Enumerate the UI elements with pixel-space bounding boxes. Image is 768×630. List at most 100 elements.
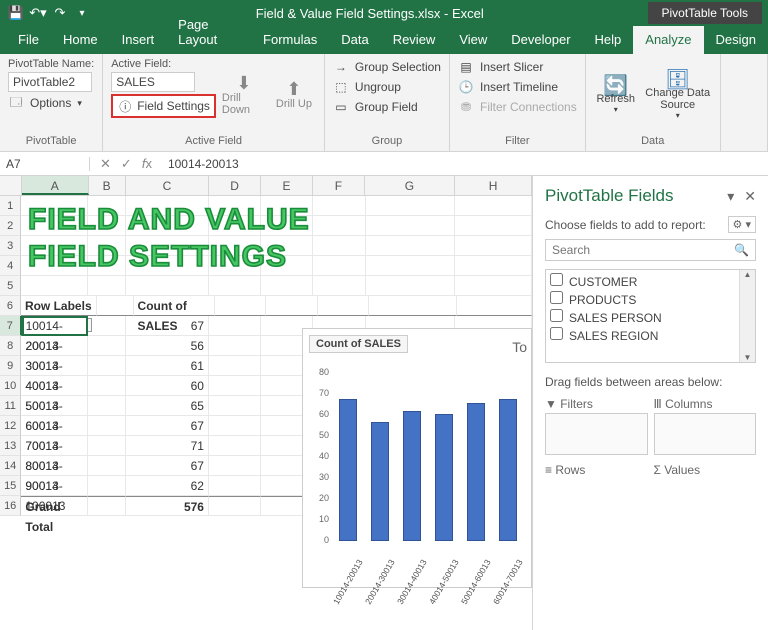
- cell-C8[interactable]: 56: [126, 336, 209, 356]
- insert-timeline-button[interactable]: 🕒Insert Timeline: [458, 78, 577, 96]
- tab-analyze[interactable]: Analyze: [633, 26, 703, 54]
- change-data-source-button[interactable]: 🗄Change Data Source▾: [644, 58, 712, 133]
- cell-A5[interactable]: [21, 276, 88, 296]
- tab-file[interactable]: File: [6, 26, 51, 54]
- row-header[interactable]: 13: [0, 436, 21, 456]
- tab-developer[interactable]: Developer: [499, 26, 582, 54]
- row-header[interactable]: 14: [0, 456, 21, 476]
- insert-slicer-button[interactable]: ▤Insert Slicer: [458, 58, 577, 76]
- cell-C6[interactable]: Count of SALES: [134, 296, 216, 316]
- tab-help[interactable]: Help: [583, 26, 634, 54]
- cell-E5[interactable]: [261, 276, 313, 296]
- close-icon[interactable]: ✕: [744, 188, 756, 205]
- save-icon[interactable]: 💾: [6, 3, 26, 23]
- worksheet-grid[interactable]: ABCDEFGH 123456Row Labels▾Count of SALES…: [0, 176, 532, 630]
- cell-F4[interactable]: [313, 256, 365, 276]
- field-item[interactable]: SALES PERSON: [550, 308, 751, 326]
- row-header[interactable]: 11: [0, 396, 21, 416]
- cell-A14[interactable]: 80014-90013: [21, 456, 88, 476]
- cell-D16[interactable]: [209, 496, 261, 516]
- tab-page-layout[interactable]: Page Layout: [166, 11, 251, 54]
- qat-more-icon[interactable]: ▾: [72, 3, 92, 23]
- scroll-up-icon[interactable]: ▲: [744, 270, 752, 279]
- cell-B5[interactable]: [88, 276, 126, 296]
- cell-H2[interactable]: [455, 216, 532, 236]
- cell-B8[interactable]: [88, 336, 126, 356]
- tab-design[interactable]: Design: [704, 26, 768, 54]
- cell-C14[interactable]: 67: [126, 456, 209, 476]
- cell-F5[interactable]: [313, 276, 365, 296]
- cell-G1[interactable]: [366, 196, 456, 216]
- cell-D15[interactable]: [209, 476, 261, 496]
- field-checkbox[interactable]: [550, 291, 563, 304]
- cell-D8[interactable]: [209, 336, 261, 356]
- row-header[interactable]: 1: [0, 196, 21, 216]
- cell-D12[interactable]: [209, 416, 261, 436]
- active-field-input[interactable]: SALES: [111, 72, 195, 92]
- field-search[interactable]: 🔍: [545, 239, 756, 261]
- cell-F6[interactable]: [318, 296, 369, 316]
- scroll-down-icon[interactable]: ▼: [744, 353, 752, 362]
- cell-C7[interactable]: 67: [126, 316, 209, 336]
- cell-A12[interactable]: 60014-70013: [21, 416, 88, 436]
- enter-icon[interactable]: ✓: [121, 156, 132, 172]
- cell-G2[interactable]: [366, 216, 456, 236]
- field-settings-button[interactable]: ⓘField Settings: [111, 94, 216, 118]
- row-header[interactable]: 8: [0, 336, 21, 356]
- row-header[interactable]: 3: [0, 236, 21, 256]
- col-header-B[interactable]: B: [89, 176, 126, 195]
- pane-menu-icon[interactable]: ▾: [727, 188, 734, 205]
- cancel-icon[interactable]: ✕: [100, 156, 111, 172]
- tab-data[interactable]: Data: [329, 26, 380, 54]
- cell-D9[interactable]: [209, 356, 261, 376]
- cell-C10[interactable]: 60: [126, 376, 209, 396]
- formula-input[interactable]: 10014-20013: [162, 157, 768, 171]
- field-checkbox[interactable]: [550, 327, 563, 340]
- cell-B6[interactable]: [97, 296, 134, 316]
- field-checkbox[interactable]: [550, 273, 563, 286]
- field-item[interactable]: PRODUCTS: [550, 290, 751, 308]
- cell-A15[interactable]: 90014-100013: [21, 476, 88, 496]
- col-header-F[interactable]: F: [313, 176, 365, 195]
- cell-C15[interactable]: 62: [126, 476, 209, 496]
- cell-C5[interactable]: [126, 276, 209, 296]
- col-header-G[interactable]: G: [365, 176, 455, 195]
- cell-G6[interactable]: [369, 296, 457, 316]
- cell-C11[interactable]: 65: [126, 396, 209, 416]
- cell-B7[interactable]: [88, 316, 126, 336]
- col-header-D[interactable]: D: [209, 176, 261, 195]
- cell-C16[interactable]: 576: [126, 496, 209, 516]
- cell-C13[interactable]: 71: [126, 436, 209, 456]
- cell-B10[interactable]: [88, 376, 126, 396]
- cell-A7[interactable]: 10014-20013: [22, 316, 89, 336]
- pivot-chart[interactable]: Count of SALES To 01020304050607080 1001…: [302, 328, 532, 588]
- col-header-A[interactable]: A: [22, 176, 89, 195]
- tab-insert[interactable]: Insert: [110, 26, 167, 54]
- field-list[interactable]: ▲▼ CUSTOMERPRODUCTSSALES PERSONSALES REG…: [545, 269, 756, 363]
- cell-D7[interactable]: [209, 316, 261, 336]
- search-input[interactable]: [552, 243, 734, 257]
- cell-F1[interactable]: [313, 196, 365, 216]
- cell-D11[interactable]: [209, 396, 261, 416]
- cell-H3[interactable]: [455, 236, 532, 256]
- col-header-H[interactable]: H: [455, 176, 532, 195]
- cell-A16[interactable]: Grand Total: [21, 496, 88, 516]
- cell-B13[interactable]: [88, 436, 126, 456]
- cell-A10[interactable]: 40014-50013: [21, 376, 88, 396]
- cell-D6[interactable]: [215, 296, 266, 316]
- cell-A11[interactable]: 50014-60013: [21, 396, 88, 416]
- cell-H4[interactable]: [455, 256, 532, 276]
- cell-D10[interactable]: [209, 376, 261, 396]
- cell-D14[interactable]: [209, 456, 261, 476]
- area-filters[interactable]: [545, 413, 648, 455]
- pivot-name-input[interactable]: PivotTable2: [8, 72, 92, 92]
- cell-G5[interactable]: [366, 276, 456, 296]
- redo-icon[interactable]: ↷: [50, 3, 70, 23]
- cell-G3[interactable]: [366, 236, 456, 256]
- row-header[interactable]: 2: [0, 216, 21, 236]
- group-field-button[interactable]: ▭Group Field: [333, 98, 441, 116]
- tab-home[interactable]: Home: [51, 26, 110, 54]
- cell-B15[interactable]: [88, 476, 126, 496]
- cell-G4[interactable]: [366, 256, 456, 276]
- tab-view[interactable]: View: [447, 26, 499, 54]
